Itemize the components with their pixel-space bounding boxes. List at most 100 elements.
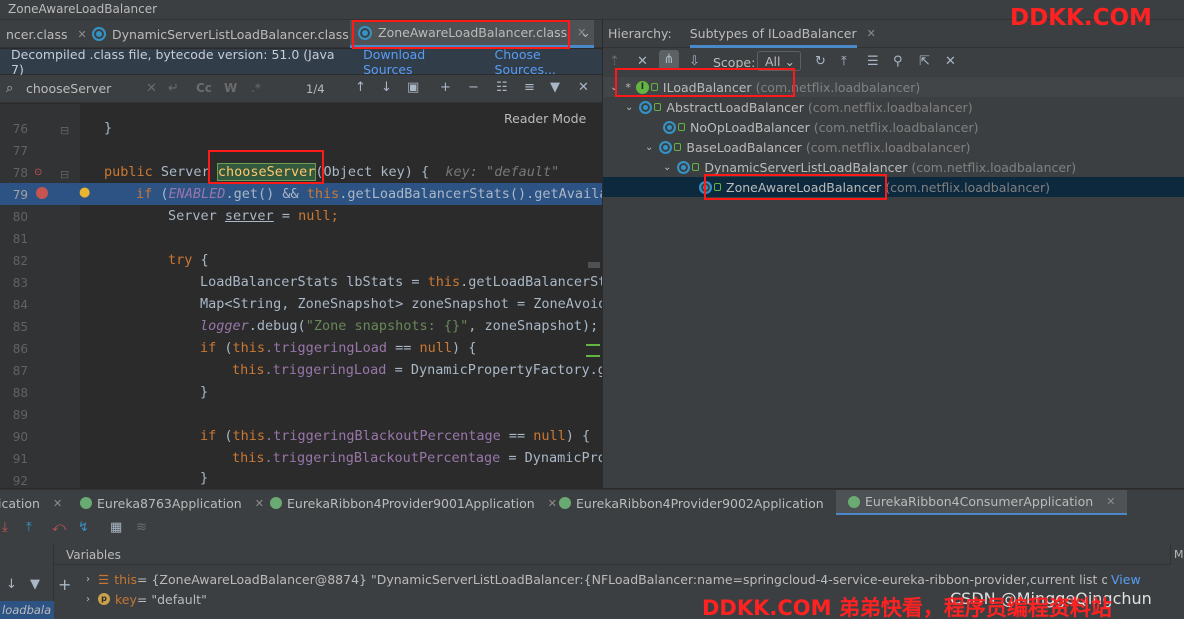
arrow-down-icon[interactable]: ↓ (381, 80, 392, 95)
scope-select[interactable]: All ⌄ (757, 51, 801, 71)
tree-node-noploadbalancer[interactable]: NoOpLoadBalancer (com.netflix.loadbalanc… (663, 117, 979, 137)
run-tab-label: EurekaRibbon4ConsumerApplication (865, 494, 1094, 509)
variable-value: = "default" (136, 591, 207, 607)
frame-item[interactable]: loadbala (0, 601, 54, 619)
change-marker (586, 355, 600, 357)
variable-value: = {ZoneAwareLoadBalancer@8874} "DynamicS… (137, 571, 1108, 587)
refresh-icon[interactable]: ↻ (815, 54, 826, 69)
select-all-occurrences-icon[interactable]: ☷ (496, 80, 508, 95)
class-hierarchy-icon[interactable]: ✕ (637, 54, 648, 69)
code-line: } (104, 120, 113, 136)
tree-node-dynamicserverlistloadbalancer[interactable]: ⌄ DynamicServerListLoadBalancer (com.net… (663, 157, 1076, 177)
fold-icon[interactable]: ⊟ (60, 124, 69, 137)
whole-word-toggle[interactable]: W (224, 81, 237, 95)
chevron-right-icon[interactable]: › (86, 594, 90, 605)
close-icon[interactable]: ✕ (548, 497, 557, 510)
hierarchy-tree: ⌄ * I ILoadBalancer (com.netflix.loadbal… (603, 76, 1184, 488)
code-line: this.triggeringLoad = DynamicPropertyFac… (232, 362, 602, 378)
align-icon[interactable]: ≡ (524, 80, 535, 95)
sort-icon[interactable]: ⇩ (689, 54, 700, 69)
line-number: 81 (12, 232, 28, 246)
pin-icon[interactable]: ⚲ (893, 54, 903, 69)
fold-icon[interactable]: ⊟ (60, 168, 69, 181)
step-out-icon[interactable]: ⤓ (2, 520, 8, 535)
add-icon[interactable]: + (58, 575, 71, 594)
line-number: 91 (12, 452, 28, 466)
interface-icon: I (635, 80, 649, 94)
change-marker (586, 344, 600, 346)
breakpoint-icon[interactable] (36, 187, 48, 199)
tree-node-zoneawareloadbalancer[interactable]: ZoneAwareLoadBalancer (com.netflix.loadb… (603, 177, 1184, 197)
regex-toggle[interactable]: .* (251, 81, 261, 95)
lightbulb-icon[interactable]: ● (79, 185, 90, 200)
select-all-icon[interactable]: ▣ (407, 80, 419, 95)
spring-boot-icon (80, 497, 92, 509)
run-tab-eureka8763[interactable]: Eureka8763Application ✕ (80, 490, 264, 516)
editor-tab-bar: ncer.class ✕ DynamicServerListLoadBalanc… (0, 20, 602, 48)
supertypes-icon[interactable]: ⇡ (609, 54, 620, 69)
tree-node-abstractloadbalancer[interactable]: ⌄ AbstractLoadBalancer (com.netflix.load… (625, 97, 973, 117)
download-sources-link[interactable]: Download Sources (363, 47, 474, 77)
arrow-down-icon[interactable]: ↓ (6, 577, 17, 592)
public-icon (654, 103, 662, 111)
search-input[interactable]: chooseServer (26, 81, 111, 96)
evaluate-icon[interactable]: ▦ (110, 520, 122, 535)
filter-icon[interactable]: ▼ (550, 80, 560, 95)
trace-icon[interactable]: ≋ (136, 520, 147, 535)
line-number: 87 (12, 364, 28, 378)
tab-subtypes[interactable]: Subtypes of ILoadBalancer (689, 20, 857, 48)
code-editor[interactable]: 76 77 78 79 80 81 82 83 84 85 86 87 88 8… (0, 104, 602, 488)
close-icon[interactable]: ✕ (867, 27, 876, 40)
reader-mode-toggle[interactable]: Reader Mode (504, 111, 586, 126)
open-external-icon[interactable]: ⇱ (919, 54, 930, 69)
override-icon[interactable]: ⊙ (34, 167, 42, 178)
chevron-right-icon[interactable]: › (86, 574, 90, 585)
line-number: 86 (12, 342, 28, 356)
run-tab-consumer[interactable]: EurekaRibbon4ConsumerApplication ✕ (836, 490, 1128, 516)
choose-sources-link[interactable]: Choose Sources... (495, 47, 602, 77)
tab-zone-aware[interactable]: ZoneAwareLoadBalancer.class ✕ (350, 20, 595, 48)
tab-dynamic-server-list[interactable]: DynamicServerListLoadBalancer.class ✕ (84, 20, 376, 48)
node-package: (com.netflix.loadbalancer) (885, 179, 1051, 195)
close-icon[interactable]: ✕ (1106, 495, 1115, 508)
variable-row-this[interactable]: › ☰ this = {ZoneAwareLoadBalancer@8874} … (86, 569, 1141, 589)
clear-icon[interactable]: ✕ (146, 81, 157, 96)
tab-partial[interactable]: ncer.class ✕ (0, 20, 95, 48)
remove-selection-icon[interactable]: − (468, 80, 479, 95)
tree-node-iloadbalancer[interactable]: ⌄ * I ILoadBalancer (com.netflix.loadbal… (603, 77, 1184, 97)
view-link[interactable]: View (1111, 572, 1141, 587)
step-up-icon[interactable]: ⤒ (26, 520, 32, 535)
code-line: } (200, 384, 209, 400)
add-selection-icon[interactable]: + (440, 80, 451, 95)
filter-icon[interactable]: ▼ (30, 577, 40, 592)
scope-value: All (765, 54, 781, 69)
run-tab-partial[interactable]: ication ✕ (0, 490, 62, 516)
close-icon[interactable]: ✕ (53, 497, 62, 510)
close-icon[interactable]: ✕ (255, 497, 264, 510)
node-name: ILoadBalancer (662, 79, 752, 95)
drop-frame-icon[interactable]: ⤺ (52, 520, 66, 535)
close-icon[interactable]: ✕ (578, 80, 589, 95)
asterisk-icon: * (625, 80, 631, 94)
hierarchy-panel: Hierarchy: Subtypes of ILoadBalancer ✕ ⇡… (603, 20, 1184, 488)
run-tab-provider9001[interactable]: EurekaRibbon4Provider9001Application ✕ (270, 490, 557, 516)
tab-label: ncer.class (6, 26, 68, 42)
class-icon (677, 160, 691, 174)
expand-icon[interactable]: ⤒ (841, 54, 847, 69)
memory-tab[interactable]: M (1170, 543, 1184, 565)
run-to-cursor-icon[interactable]: ↯ (78, 520, 89, 535)
line-number: 76 (12, 122, 28, 136)
run-tab-provider9002[interactable]: EurekaRibbon4Provider9002Application ✕ (559, 490, 846, 516)
tab-label: ZoneAwareLoadBalancer.class (378, 25, 568, 40)
subtypes-icon[interactable]: ⋔ (659, 50, 679, 70)
collapse-all-icon[interactable]: ☰ (867, 54, 879, 69)
tree-node-baseloadbalancer[interactable]: ⌄ BaseLoadBalancer (com.netflix.loadbala… (645, 137, 971, 157)
frame-label: loadbala (2, 603, 52, 617)
newline-icon[interactable]: ↵ (168, 81, 179, 96)
arrow-up-icon[interactable]: ↑ (355, 80, 366, 95)
chevron-down-icon[interactable]: ⌄ (580, 26, 591, 41)
close-icon[interactable]: ✕ (945, 54, 956, 69)
line-number: 92 (12, 474, 28, 488)
match-case-toggle[interactable]: Cc (196, 81, 212, 95)
variable-row-key[interactable]: › p key = "default" (86, 589, 207, 609)
